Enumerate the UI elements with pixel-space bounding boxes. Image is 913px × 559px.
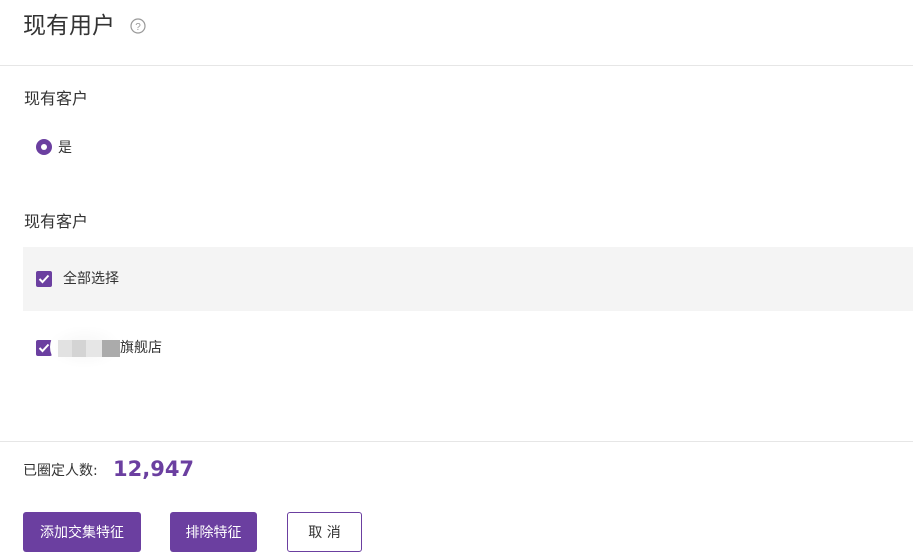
check-icon	[38, 274, 50, 284]
redacted-pixel	[58, 340, 72, 357]
exclude-button[interactable]: 排除特征	[170, 512, 257, 552]
selected-count-label: 已圈定人数:	[23, 463, 98, 479]
store-label: 旗舰店	[120, 340, 162, 356]
radio-option-yes[interactable]: 是	[36, 137, 72, 157]
svg-text:?: ?	[135, 22, 141, 33]
divider	[0, 441, 913, 442]
question-circle-icon[interactable]: ?	[130, 18, 146, 34]
radio-option-label: 是	[58, 140, 72, 156]
select-all-checkbox[interactable]	[36, 271, 52, 287]
radio-selected-icon[interactable]	[36, 139, 52, 155]
add-intersection-button[interactable]: 添加交集特征	[23, 512, 141, 552]
redacted-pixel	[102, 340, 120, 357]
redacted-pixel	[86, 340, 102, 357]
page-title: 现有用户	[23, 13, 115, 39]
section-label-existing-customer: 现有客户	[24, 89, 89, 108]
check-icon	[38, 343, 50, 353]
section-label-existing-customer-2: 现有客户	[24, 212, 89, 231]
selected-count-value: 12,947	[113, 457, 195, 481]
cancel-button[interactable]: 取 消	[287, 512, 362, 552]
page-header: 现有用户 ?	[0, 0, 913, 66]
redacted-pixel	[72, 340, 86, 357]
select-all-label: 全部选择	[63, 271, 119, 287]
select-all-row[interactable]: 全部选择	[23, 247, 913, 311]
